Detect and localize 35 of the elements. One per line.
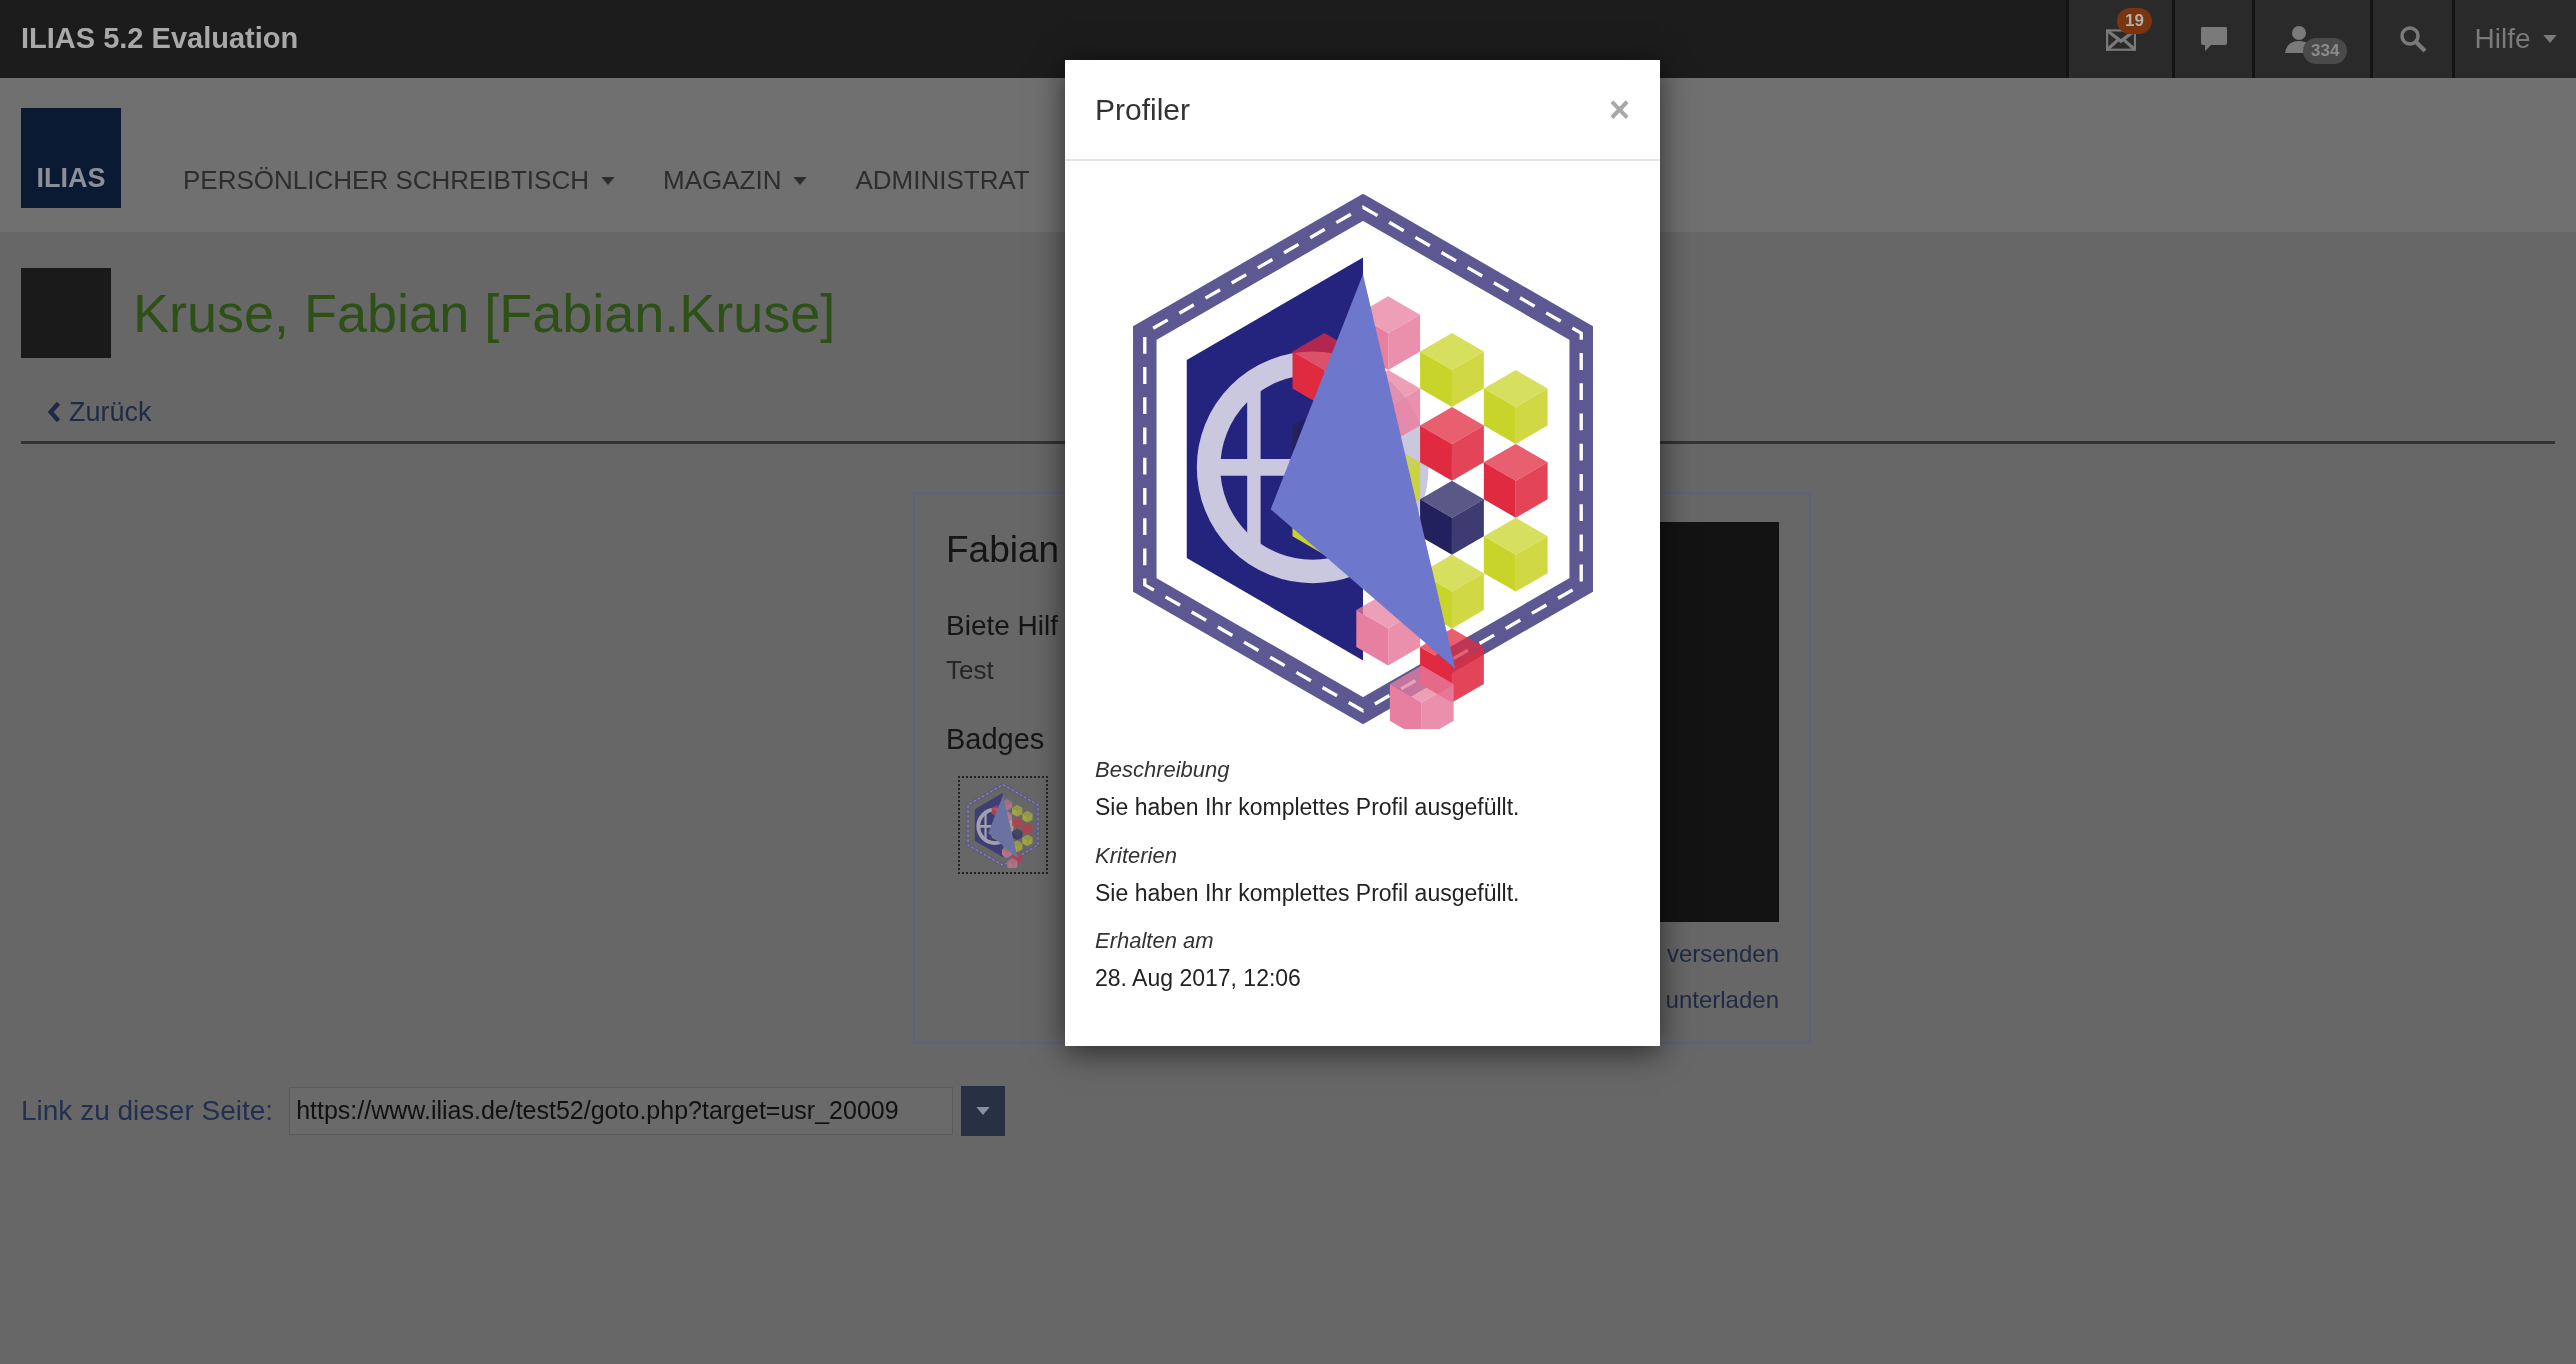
caret-icon [600,176,615,185]
menu-item[interactable]: ADMINISTRAT [855,161,1030,200]
permalink-field[interactable]: https://www.ilias.de/test52/goto.php?target=usr_20009 [289,1086,954,1135]
search-icon [2398,25,2427,53]
menu-item[interactable]: MAGAZIN [662,161,808,200]
close-button[interactable]: × [1608,82,1630,137]
section-text: Test [946,654,995,687]
modal-title: Profiler [1095,92,1191,128]
mail-count-badge: 19 [2117,8,2152,34]
chat-bubble-icon [2199,26,2228,52]
permalink-label: Link zu dieser Seite: [21,1093,274,1128]
field-label: Beschreibung [1095,756,1231,784]
field-value: Sie haben Ihr komplettes Profil ausgefüllt. [1095,878,1521,908]
caret-icon [2542,35,2557,43]
ilias-logo: ILIAS [21,108,121,208]
chevron-left-icon [47,401,61,424]
badges-heading: Badges [946,722,1046,757]
field-label: Erhalten am [1095,927,1215,955]
menu-item[interactable]: PERSÖNLICHER SCHREIBTISCH [183,161,615,200]
profile-title: Kruse, Fabian [Fabian.Kruse] [133,281,836,345]
caret-icon [976,1106,991,1115]
field-value: 28. Aug 2017, 12:06 [1095,964,1302,993]
profile-name: Fabian [946,527,1060,572]
field-label: Kriterien [1095,841,1178,870]
message-link[interactable]: versenden [1666,935,1779,972]
badge-thumbnail[interactable] [958,775,1048,874]
caret-icon [793,176,808,185]
download-link[interactable]: unterladen [1665,981,1779,1018]
envelope-icon [2105,27,2136,51]
permalink-dropdown-button[interactable] [961,1085,1006,1136]
field-value: Sie haben Ihr komplettes Profil ausgefüllt. [1095,793,1521,822]
site-title: ILIAS 5.2 Evaluation [21,21,299,57]
back-link[interactable]: Zurück [47,392,2555,433]
contacts-count-badge: 334 [2303,38,2348,64]
section-heading: Biete Hilf [946,609,1060,643]
